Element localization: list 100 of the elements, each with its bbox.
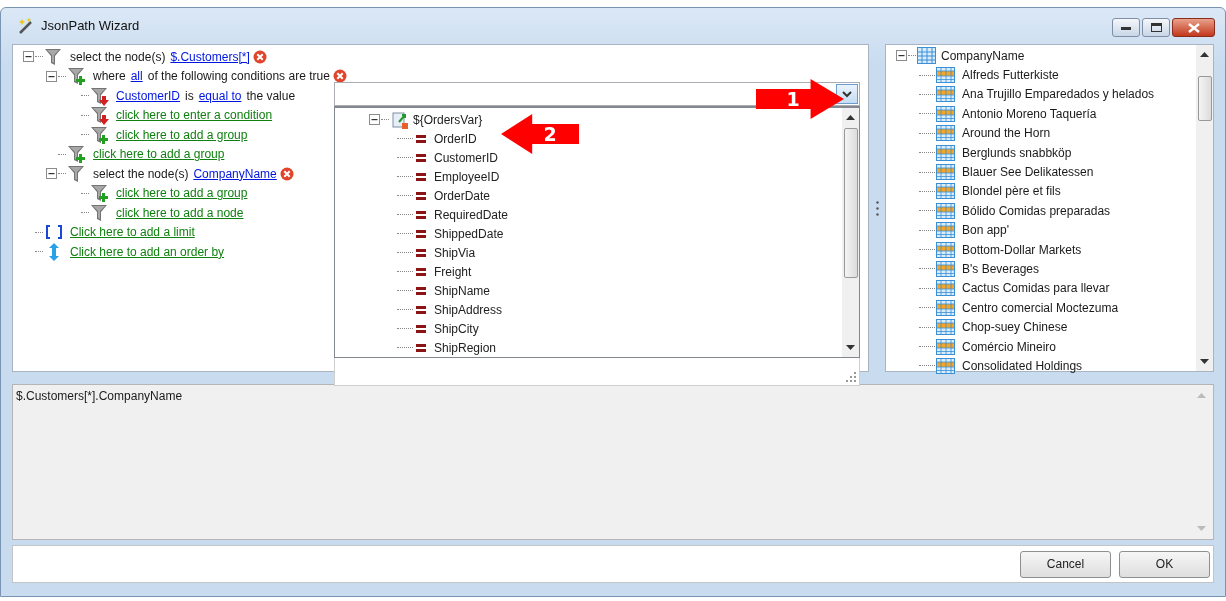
minimize-icon — [1121, 25, 1131, 30]
value-item[interactable]: Ana Trujillo Emparedados y helados — [962, 87, 1155, 102]
table-row-icon — [936, 357, 955, 374]
funnel-arrow-icon — [90, 105, 110, 126]
action-link[interactable]: click here to add a group — [93, 147, 225, 162]
dialog-button[interactable]: OK — [1119, 550, 1210, 578]
collapse-toggle[interactable] — [896, 50, 907, 62]
field-name[interactable]: RequiredDate — [434, 207, 509, 222]
table-row-icon — [936, 144, 955, 161]
node-name[interactable]: CompanyName — [941, 48, 1025, 63]
node-link[interactable]: $.Customers[*] — [170, 49, 250, 64]
value-item[interactable]: Bon app' — [962, 223, 1009, 238]
value-item[interactable]: Chop-suey Chinese — [962, 320, 1068, 335]
value-combobox[interactable] — [334, 82, 860, 106]
field-name[interactable]: ShipAddress — [434, 302, 503, 317]
table-row-icon — [936, 183, 955, 200]
table-row-icon — [936, 164, 955, 181]
field-name[interactable]: ShippedDate — [434, 226, 504, 241]
scroll-down-icon[interactable] — [846, 345, 855, 350]
value-item[interactable]: Comércio Mineiro — [962, 339, 1057, 354]
table-icon — [917, 47, 936, 65]
value-item[interactable]: Bólido Comidas preparadas — [962, 203, 1111, 218]
field-name[interactable]: CustomerID — [434, 150, 498, 165]
collapse-toggle[interactable] — [46, 70, 57, 82]
window-title: JsonPath Wizard — [41, 18, 140, 33]
field-icon — [416, 286, 426, 295]
scrollbar[interactable] — [1196, 45, 1213, 371]
field-name[interactable]: ShipName — [434, 283, 491, 298]
node-link[interactable]: CompanyName — [193, 166, 277, 181]
scroll-thumb[interactable] — [1197, 75, 1212, 121]
value-item[interactable]: Antonio Moreno Taquería — [962, 106, 1097, 121]
value-item[interactable]: Berglunds snabbköp — [962, 145, 1072, 160]
field-icon — [416, 343, 426, 352]
value-item[interactable]: B's Beverages — [962, 262, 1039, 276]
scroll-up-icon[interactable] — [846, 115, 855, 120]
value-item[interactable]: Blondel père et fils — [962, 184, 1061, 199]
funnel-plus-icon — [67, 144, 87, 165]
variable-name[interactable]: ${OrdersVar} — [413, 112, 483, 127]
node-link[interactable]: equal to — [198, 88, 242, 103]
delete-icon[interactable] — [252, 49, 267, 64]
node-text: the value — [246, 88, 296, 103]
resize-grip-icon[interactable] — [846, 372, 856, 382]
node-link[interactable]: all — [130, 69, 143, 84]
value-item[interactable]: Around the Horn — [962, 126, 1051, 141]
node-text: select the node(s) — [93, 166, 189, 181]
scrollbar[interactable] — [842, 108, 859, 357]
field-icon — [416, 191, 426, 200]
table-row-icon — [936, 202, 955, 219]
field-name[interactable]: ShipCity — [434, 321, 479, 336]
funnel-icon — [67, 163, 87, 184]
value-item[interactable]: Centro comercial Moctezuma — [962, 300, 1119, 315]
splitter-handle[interactable] — [875, 200, 879, 216]
field-icon — [416, 267, 426, 276]
table-row-icon — [936, 338, 955, 355]
collapse-toggle[interactable] — [23, 51, 34, 63]
collapse-toggle[interactable] — [46, 168, 57, 180]
action-link[interactable]: click here to add a group — [116, 127, 248, 142]
node-link[interactable]: CustomerID — [116, 88, 180, 103]
field-icon — [416, 210, 426, 219]
value-item[interactable]: Bottom-Dollar Markets — [962, 242, 1082, 257]
field-name[interactable]: EmployeeID — [434, 169, 500, 184]
action-link[interactable]: click here to add a node — [116, 205, 244, 220]
field-name[interactable]: OrderDate — [434, 188, 491, 203]
minimize-button[interactable] — [1112, 18, 1140, 37]
value-item[interactable]: Cactus Comidas para llevar — [962, 281, 1110, 296]
funnel-plus-icon — [90, 124, 110, 145]
scroll-down-icon[interactable] — [1200, 359, 1209, 364]
table-row-icon — [936, 319, 955, 336]
funnel-plus-icon — [67, 66, 87, 87]
value-item[interactable]: Alfreds Futterkiste — [962, 68, 1059, 83]
variable-icon — [390, 109, 410, 130]
funnel-plus-icon — [90, 183, 110, 204]
field-name[interactable]: Freight — [434, 264, 472, 279]
table-row-icon — [936, 261, 955, 277]
table-row-icon — [936, 105, 955, 122]
field-icon — [416, 229, 426, 238]
close-button[interactable] — [1172, 18, 1215, 37]
collapse-toggle[interactable] — [369, 114, 380, 125]
maximize-button[interactable] — [1142, 18, 1170, 37]
action-link[interactable]: click here to enter a condition — [116, 108, 273, 123]
dialog-button[interactable]: Cancel — [1020, 550, 1111, 578]
table-row-icon — [936, 67, 955, 84]
delete-icon[interactable] — [332, 69, 347, 84]
field-icon — [416, 172, 426, 181]
value-item[interactable]: Blauer See Delikatessen — [962, 165, 1094, 180]
funnel-icon — [44, 46, 64, 67]
scroll-thumb[interactable] — [843, 127, 858, 278]
field-name[interactable]: OrderID — [434, 131, 477, 146]
action-link[interactable]: click here to add a group — [116, 186, 248, 201]
scroll-up-icon[interactable] — [1200, 52, 1209, 57]
table-row-icon — [936, 125, 955, 142]
value-item[interactable]: Consolidated Holdings — [962, 358, 1083, 373]
field-name[interactable]: ShipVia — [434, 245, 476, 260]
field-icon — [416, 305, 426, 314]
action-link[interactable]: Click here to add a limit — [70, 225, 195, 240]
dropdown-button[interactable] — [836, 84, 858, 104]
action-link[interactable]: Click here to add an order by — [70, 244, 225, 259]
field-icon — [416, 134, 426, 143]
field-name[interactable]: ShipRegion — [434, 340, 497, 355]
delete-icon[interactable] — [279, 166, 294, 181]
